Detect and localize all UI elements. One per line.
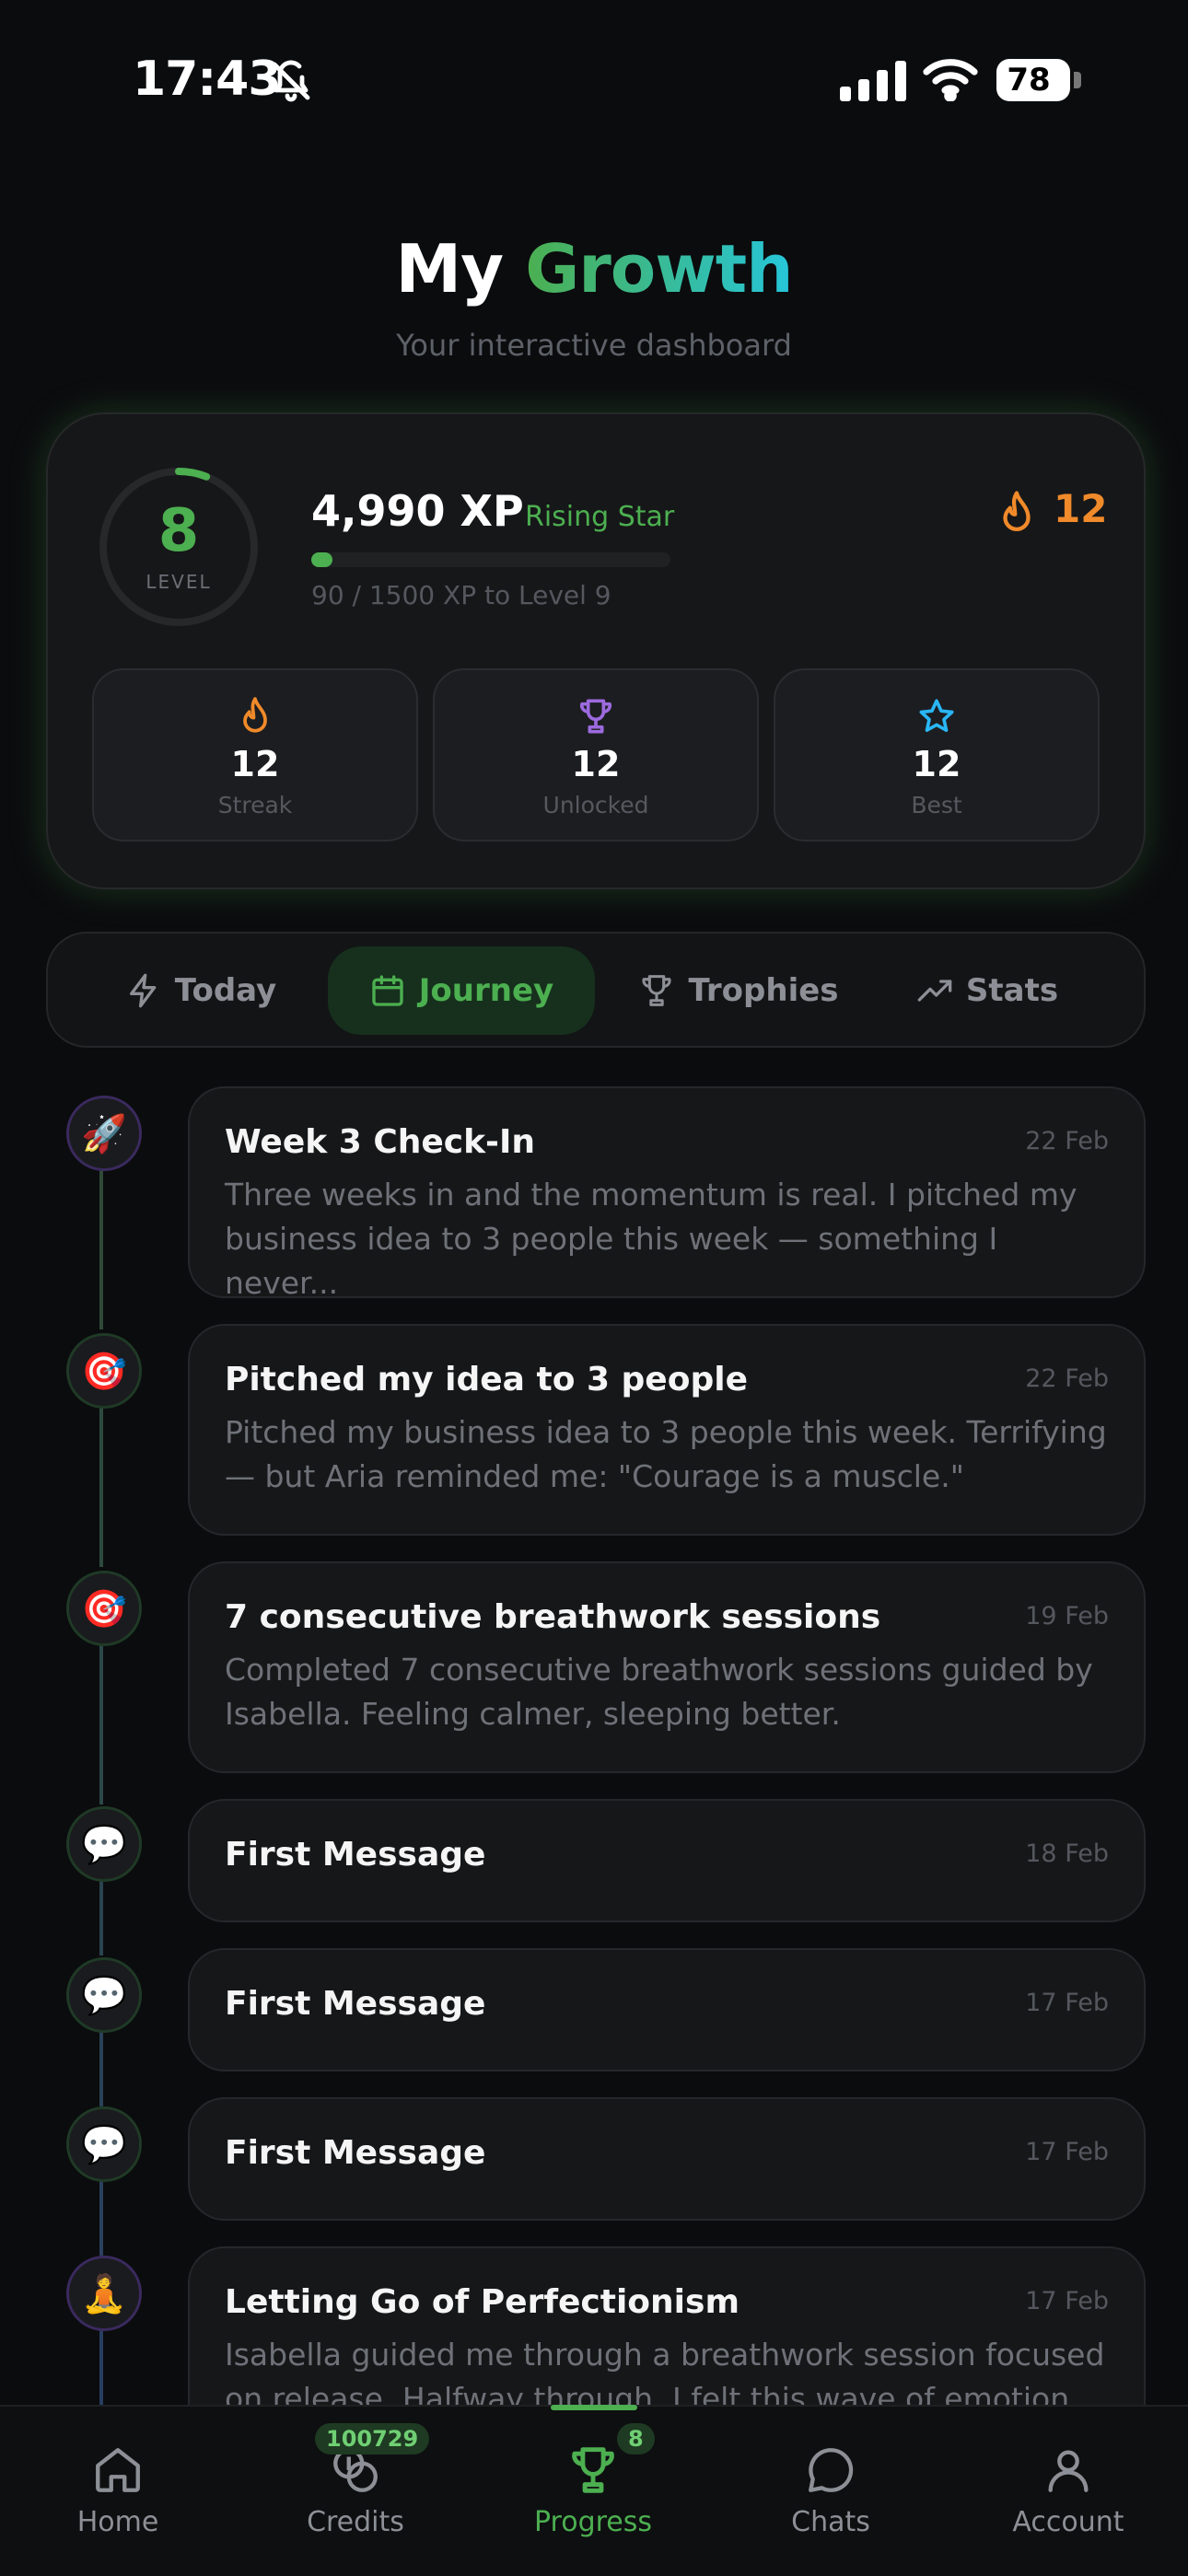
star-icon	[919, 699, 954, 732]
stat-value: 12	[230, 744, 280, 784]
level-label: LEVEL	[146, 571, 212, 593]
card-date: 19 Feb	[1025, 1602, 1109, 1630]
tab-label: Today	[174, 972, 277, 1009]
tab-label: Stats	[965, 972, 1059, 1009]
card-date: 22 Feb	[1025, 1127, 1109, 1155]
tab-label: Trophies	[688, 972, 839, 1009]
card-description: Pitched my business idea to 3 people thi…	[225, 1414, 1107, 1494]
timeline-connector	[99, 2029, 103, 2106]
timeline-connector	[99, 1167, 103, 1329]
nav-label: Home	[76, 2506, 159, 2538]
rocket-icon: 🚀	[66, 1096, 142, 1171]
trophy-icon	[642, 975, 672, 1006]
card-title: Week 3 Check-In	[225, 1123, 536, 1161]
nav-credits[interactable]: Credits 100729	[263, 2423, 448, 2538]
nav-label: Progress	[533, 2506, 653, 2538]
timeline-card[interactable]: 7 consecutive breathwork sessions 19 Feb…	[188, 1561, 1146, 1773]
bottom-navigation: Home Credits 100729 Progress 8 Chats Acc…	[0, 2405, 1188, 2576]
active-tab-indicator	[551, 2405, 637, 2410]
xp-total: 4,990 XP	[311, 486, 524, 536]
trophy-icon	[579, 699, 612, 734]
tab-stats[interactable]: Stats	[877, 946, 1098, 1035]
target-icon: 🎯	[66, 1571, 142, 1646]
section-tabs: Today Journey Trophies Stats	[46, 932, 1146, 1048]
level-number: 8	[157, 497, 200, 565]
home-icon	[96, 2448, 140, 2492]
timeline-card[interactable]: Week 3 Check-In 22 Feb Three weeks in an…	[188, 1086, 1146, 1298]
card-description: Completed 7 consecutive breathwork sessi…	[225, 1652, 1093, 1732]
xp-progress-bar	[311, 552, 670, 567]
nav-label: Credits	[307, 2506, 404, 2538]
bell-muted-icon	[272, 60, 310, 102]
xp-progress-fill	[311, 552, 333, 567]
card-date: 22 Feb	[1025, 1364, 1109, 1393]
card-description: Three weeks in and the momentum is real.…	[225, 1177, 1077, 1298]
xp-to-next-level: 90 / 1500 XP to Level 9	[311, 580, 611, 610]
timeline-card[interactable]: First Message 17 Feb	[188, 2097, 1146, 2221]
stat-value: 12	[912, 744, 961, 784]
nav-progress[interactable]: Progress 8	[501, 2423, 685, 2538]
stat-label: Streak	[217, 792, 293, 818]
timeline-card[interactable]: Pitched my idea to 3 people 22 Feb Pitch…	[188, 1324, 1146, 1536]
cellular-signal-icon	[840, 61, 906, 101]
card-date: 17 Feb	[1025, 2138, 1109, 2166]
target-icon: 🎯	[66, 1333, 142, 1409]
page-subtitle: Your interactive dashboard	[396, 328, 792, 363]
stat-label: Best	[911, 792, 962, 818]
card-date: 17 Feb	[1025, 1989, 1109, 2017]
card-title: Pitched my idea to 3 people	[225, 1361, 748, 1398]
person-icon	[1048, 2450, 1089, 2492]
speech-bubble-icon: 💬	[66, 1806, 142, 1882]
flame-icon	[1003, 491, 1031, 531]
trophy-icon	[572, 2447, 614, 2493]
tab-today[interactable]: Today	[88, 946, 313, 1035]
card-title: Letting Go of Perfectionism	[225, 2283, 740, 2321]
card-title: First Message	[225, 1836, 486, 1874]
status-time: 17:43	[133, 52, 282, 107]
nav-account[interactable]: Account	[976, 2443, 1160, 2538]
page-title: My Growth	[0, 230, 1188, 307]
meditation-icon: 🧘	[66, 2256, 142, 2331]
timeline-connector	[99, 2329, 103, 2407]
battery-level: 78	[1007, 62, 1051, 99]
card-title: First Message	[225, 2134, 486, 2172]
card-title: First Message	[225, 1985, 486, 2023]
lightning-icon	[129, 973, 157, 1008]
card-date: 18 Feb	[1025, 1839, 1109, 1868]
title-word-my: My	[395, 230, 505, 307]
timeline-connector	[99, 1878, 103, 1955]
wifi-icon	[923, 59, 978, 101]
timeline-card[interactable]: First Message 17 Feb	[188, 1948, 1146, 2071]
timeline-connector	[99, 1642, 103, 1804]
tab-label: Journey	[418, 972, 554, 1009]
timeline-connector	[99, 2178, 103, 2256]
stat-best-card[interactable]: 12 Best	[774, 668, 1100, 841]
stat-value: 12	[571, 744, 621, 784]
card-title: 7 consecutive breathwork sessions	[225, 1598, 881, 1636]
nav-chats[interactable]: Chats	[739, 2443, 923, 2538]
chat-bubble-icon	[809, 2448, 854, 2492]
nav-label: Account	[1012, 2506, 1124, 2538]
tab-journey[interactable]: Journey	[328, 946, 595, 1035]
timeline-card[interactable]: First Message 18 Feb	[188, 1799, 1146, 1922]
card-date: 17 Feb	[1025, 2287, 1109, 2315]
rank-title: Rising Star	[525, 501, 675, 533]
speech-bubble-icon: 💬	[66, 1957, 142, 2033]
speech-bubble-icon: 💬	[66, 2106, 142, 2182]
timeline-connector	[99, 1405, 103, 1567]
calendar-icon	[372, 975, 403, 1006]
progress-badge: 8	[617, 2423, 655, 2454]
title-word-growth: Growth	[525, 230, 793, 307]
tab-trophies[interactable]: Trophies	[610, 946, 868, 1035]
battery-icon: 78	[996, 59, 1081, 101]
nav-label: Chats	[791, 2506, 870, 2538]
credits-badge: 100729	[315, 2423, 430, 2454]
stat-streak-card[interactable]: 12 Streak	[92, 668, 418, 841]
streak-count: 12	[1054, 486, 1108, 531]
trending-up-icon	[917, 980, 952, 1002]
stat-unlocked-card[interactable]: 12 Unlocked	[433, 668, 759, 841]
nav-home[interactable]: Home	[26, 2443, 210, 2538]
stat-label: Unlocked	[542, 792, 649, 818]
flame-icon	[243, 697, 267, 733]
